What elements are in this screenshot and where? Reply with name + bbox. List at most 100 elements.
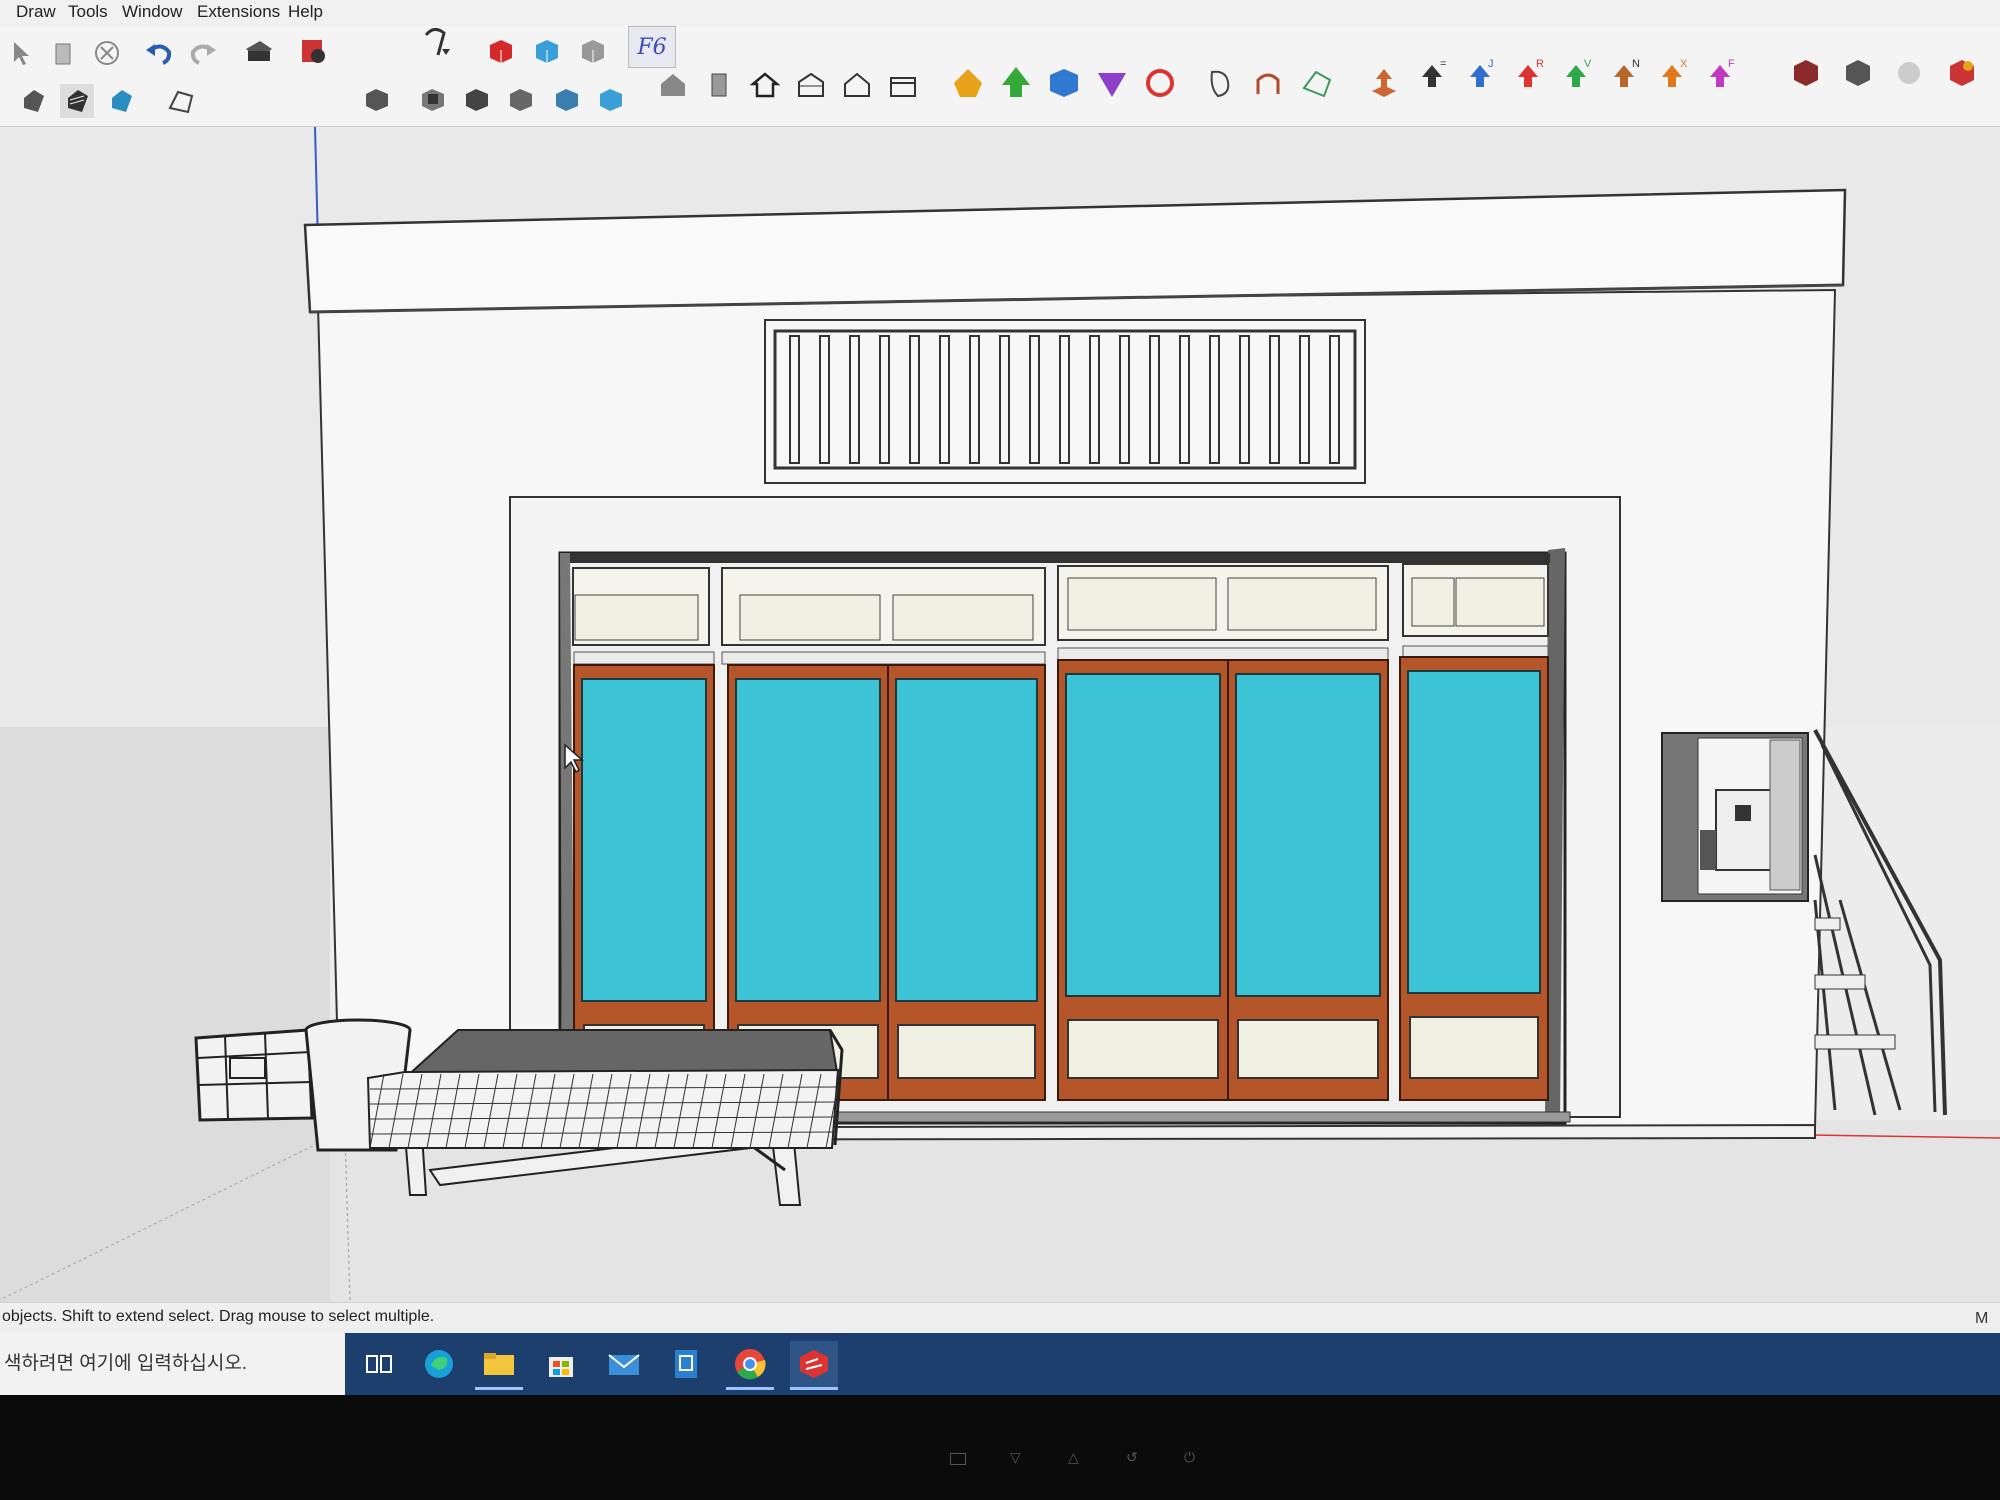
- xray-style-icon[interactable]: [60, 84, 94, 118]
- delete-icon[interactable]: [90, 36, 124, 70]
- bottom-view-icon[interactable]: [886, 68, 920, 102]
- solid-split-icon[interactable]: [1142, 66, 1176, 100]
- lower-panel: [897, 1024, 1036, 1079]
- app-installer-icon[interactable]: [662, 1341, 710, 1387]
- monochrome-style-icon[interactable]: [104, 84, 138, 118]
- louver-slat: [939, 335, 950, 464]
- arrow-x-icon[interactable]: X: [1654, 58, 1688, 94]
- bezel-down-button[interactable]: ▽: [1010, 1449, 1021, 1466]
- menu-window[interactable]: Window: [122, 2, 182, 22]
- glass-door-panel[interactable]: [887, 664, 1046, 1101]
- bezel-square-button[interactable]: [950, 1453, 966, 1465]
- arrow-r-icon[interactable]: R: [1510, 58, 1544, 94]
- mail-icon[interactable]: [600, 1341, 648, 1387]
- render-settings-icon[interactable]: [1788, 56, 1822, 90]
- arrow-v-icon[interactable]: V: [1558, 58, 1592, 94]
- arrow-x-badge: X: [1680, 58, 1688, 70]
- model-viewport[interactable]: [0, 127, 2000, 1302]
- menu-extensions[interactable]: Extensions: [197, 2, 280, 22]
- model-info-icon[interactable]: [296, 34, 330, 68]
- louver-slat: [879, 335, 890, 464]
- sandbox-mesh-icon[interactable]: [1300, 66, 1334, 100]
- louver-slat: [1299, 335, 1310, 464]
- red-box-icon[interactable]: [484, 34, 518, 68]
- house-outline-icon[interactable]: [840, 68, 874, 102]
- render-light-icon[interactable]: [1892, 56, 1926, 90]
- move-arrow-icon[interactable]: [1366, 66, 1400, 100]
- select-icon[interactable]: [4, 36, 38, 70]
- store-icon[interactable]: [537, 1341, 585, 1387]
- task-view-icon[interactable]: [355, 1341, 403, 1387]
- arrow-equal-badge: =: [1440, 58, 1446, 70]
- status-bar: objects. Shift to extend select. Drag mo…: [0, 1302, 2000, 1333]
- status-right-label: M: [1975, 1310, 1989, 1327]
- bezel-return-button[interactable]: ↺: [1126, 1449, 1138, 1466]
- edge-browser-icon[interactable]: [415, 1341, 463, 1387]
- menu-draw[interactable]: Draw: [16, 2, 56, 22]
- menu-tools[interactable]: Tools: [68, 2, 108, 22]
- file-explorer-icon[interactable]: [475, 1341, 523, 1390]
- monitor-screen: Draw Tools Window Extensions Help F6 = J…: [0, 0, 2000, 1395]
- top-view-icon[interactable]: [416, 82, 450, 116]
- louver-slat: [1149, 335, 1160, 464]
- solid-intersect-icon[interactable]: [1046, 66, 1080, 100]
- arrow-n-icon[interactable]: N: [1606, 58, 1640, 94]
- left-view-icon[interactable]: [594, 82, 628, 116]
- arrow-v-badge: V: [1584, 58, 1592, 70]
- eraser-icon[interactable]: [46, 36, 80, 70]
- shaded-style-icon[interactable]: [16, 84, 50, 118]
- solid-subtract-icon[interactable]: [998, 66, 1032, 100]
- section-plane-icon[interactable]: [164, 84, 198, 118]
- louver-slat: [1239, 335, 1250, 464]
- status-hint: objects. Shift to extend select. Drag mo…: [2, 1308, 435, 1325]
- gray-box-icon[interactable]: [576, 34, 610, 68]
- undo-icon[interactable]: [142, 36, 176, 70]
- chrome-browser-icon[interactable]: [726, 1341, 774, 1390]
- bezel-power-button[interactable]: ⏻: [1184, 1449, 1195, 1466]
- menu-help[interactable]: Help: [288, 2, 323, 22]
- bezel-up-button[interactable]: △: [1068, 1449, 1079, 1466]
- right-view-icon[interactable]: [504, 82, 538, 116]
- louver-slat: [1089, 335, 1100, 464]
- f6-tool-icon[interactable]: F6: [628, 26, 676, 68]
- glass-pane: [1065, 673, 1221, 997]
- louver-slat: [1179, 335, 1190, 464]
- component-icon[interactable]: [702, 68, 736, 102]
- sketchup-app-icon[interactable]: [790, 1341, 838, 1390]
- back-view-icon[interactable]: [550, 82, 584, 116]
- louver-slat: [999, 335, 1010, 464]
- glass-door-panel[interactable]: [1057, 659, 1229, 1101]
- louver-slat: [969, 335, 980, 464]
- louver-slat: [1059, 335, 1070, 464]
- render-camera-icon[interactable]: [1840, 56, 1874, 90]
- front-view-icon[interactable]: [460, 82, 494, 116]
- plastic-crate[interactable]: [194, 1028, 314, 1122]
- meter-box[interactable]: [1661, 732, 1809, 902]
- print-icon[interactable]: [242, 34, 276, 68]
- monitor-bezel: ▽ △ ↺ ⏻: [0, 1395, 2000, 1500]
- toolbar-area: F6 = J R V N X F: [0, 26, 2000, 127]
- building-model[interactable]: [303, 188, 1947, 1142]
- sandbox-scratch-icon[interactable]: [1252, 66, 1286, 100]
- glass-door-panel[interactable]: [1399, 656, 1549, 1101]
- lower-panel: [1237, 1019, 1379, 1079]
- solid-trim-icon[interactable]: [1094, 66, 1128, 100]
- taskbar-search[interactable]: 색하려면 여기에 입력하십시오.: [0, 1333, 345, 1395]
- house-side-icon[interactable]: [794, 68, 828, 102]
- redo-icon[interactable]: [186, 36, 220, 70]
- arrow-j-icon[interactable]: J: [1462, 58, 1496, 94]
- glass-door-panel[interactable]: [1227, 659, 1389, 1101]
- sandbox-contours-icon[interactable]: [1204, 66, 1238, 100]
- render-start-icon[interactable]: [1944, 56, 1978, 90]
- arrow-f-icon[interactable]: F: [1702, 58, 1736, 94]
- arrow-equal-icon[interactable]: =: [1414, 58, 1448, 94]
- model-canvas: [0, 127, 2000, 1302]
- solid-union-icon[interactable]: [950, 66, 984, 100]
- louver-slat: [819, 335, 830, 464]
- styles-icon[interactable]: [420, 26, 454, 60]
- warehouse-icon[interactable]: [656, 68, 690, 102]
- blue-box-icon[interactable]: [530, 34, 564, 68]
- glass-pane: [1407, 670, 1541, 994]
- home-view-icon[interactable]: [748, 68, 782, 102]
- iso-view-icon[interactable]: [360, 82, 394, 116]
